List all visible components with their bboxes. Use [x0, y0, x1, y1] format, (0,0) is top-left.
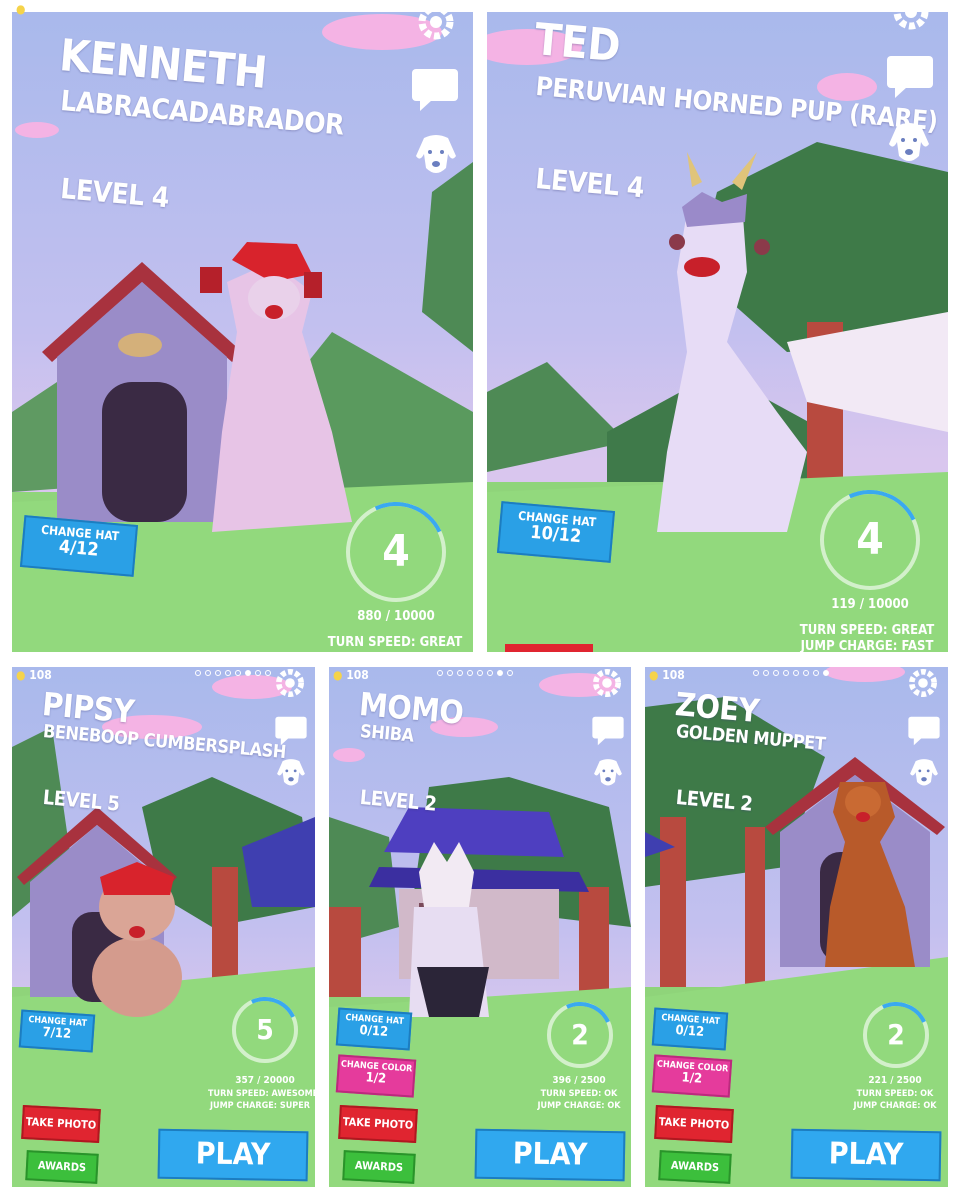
page-dot[interactable]: [753, 670, 759, 676]
gear-icon[interactable]: [591, 667, 623, 699]
chat-bubble-icon[interactable]: [907, 715, 941, 747]
gear-icon[interactable]: [891, 12, 931, 32]
page-dot[interactable]: [255, 670, 261, 676]
page-dot[interactable]: [763, 670, 769, 676]
page-dot[interactable]: [457, 670, 463, 676]
change-hat-button[interactable]: CHANGE HAT 4/12: [19, 515, 139, 577]
play-button[interactable]: PLAY: [790, 1128, 942, 1182]
awards-button[interactable]: AWARDS: [658, 1150, 732, 1184]
take-photo-button-partial[interactable]: [505, 644, 593, 652]
dog-face-icon[interactable]: [885, 120, 933, 166]
page-dot[interactable]: [793, 670, 799, 676]
page-indicator: [195, 670, 271, 676]
bone-icon: ●: [333, 668, 343, 682]
change-hat-button[interactable]: CHANGE HAT 7/12: [18, 1009, 96, 1053]
xp-text: 396 / 2500: [552, 1075, 606, 1086]
page-dot[interactable]: [447, 670, 453, 676]
level-progress-ring: 2: [537, 992, 623, 1078]
page-dot[interactable]: [195, 670, 201, 676]
bone-icon: ●: [16, 2, 26, 16]
page-dot[interactable]: [225, 670, 231, 676]
turn-speed: TURN SPEED: AWESOME: [208, 1089, 315, 1099]
dog-panel-kenneth: KENNETH LABRACADABRADOR LEVEL 4 CHANGE H…: [12, 12, 473, 652]
dog-panel-ted: TED PERUVIAN HORNED PUP (RARE) LEVEL 4 C…: [487, 12, 948, 652]
xp-text: 357 / 20000: [235, 1075, 295, 1086]
gear-icon[interactable]: [416, 12, 456, 42]
page-dot[interactable]: [265, 670, 271, 676]
take-photo-button[interactable]: TAKE PHOTO: [21, 1104, 101, 1144]
play-button[interactable]: PLAY: [474, 1128, 626, 1182]
gear-icon[interactable]: [274, 667, 306, 699]
turn-speed: TURN SPEED: OK: [540, 1089, 618, 1099]
change-color-button[interactable]: CHANGE COLOR 1/2: [651, 1054, 733, 1098]
bone-icon: ●: [649, 668, 659, 682]
level-progress-ring: 5: [222, 987, 308, 1073]
gear-icon[interactable]: [907, 667, 939, 699]
page-dot[interactable]: [783, 670, 789, 676]
bones-counter: ●: [16, 2, 25, 16]
dog-face-icon[interactable]: [907, 757, 941, 789]
page-indicator: [437, 670, 513, 676]
page-dot[interactable]: [215, 670, 221, 676]
turn-speed: TURN SPEED: OK: [856, 1089, 934, 1099]
change-hat-button[interactable]: CHANGE HAT 10/12: [496, 501, 616, 563]
dog-name: TED: [532, 14, 623, 73]
change-hat-button[interactable]: CHANGE HAT 0/12: [651, 1007, 729, 1051]
xp-text: 221 / 2500: [868, 1075, 922, 1086]
chat-bubble-icon[interactable]: [410, 67, 460, 113]
awards-button[interactable]: AWARDS: [342, 1150, 416, 1184]
page-dot[interactable]: [467, 670, 473, 676]
awards-button[interactable]: AWARDS: [25, 1150, 99, 1184]
take-photo-button[interactable]: TAKE PHOTO: [654, 1104, 734, 1144]
jump-charge: JUMP CHARGE: SUPER: [210, 1101, 310, 1111]
dog-panel-momo: ● 108 MOMO SHIBA LEVEL 2 CHANGE HAT 0/12…: [329, 667, 631, 1187]
level-progress-ring: 4: [805, 475, 935, 605]
dog-face-icon[interactable]: [274, 757, 308, 789]
dog-panel-pipsy: ● 108 PIPSY BENEBOOP CUMBERSPLASH LEVEL …: [12, 667, 315, 1187]
level-progress-ring: 2: [853, 992, 939, 1078]
bone-icon: ●: [16, 668, 26, 682]
page-dot[interactable]: [437, 670, 443, 676]
page-dot[interactable]: [477, 670, 483, 676]
xp-text: 119 / 10000: [831, 597, 909, 612]
chat-bubble-icon[interactable]: [885, 54, 935, 100]
level-progress-ring: 4: [331, 487, 461, 617]
chat-bubble-icon[interactable]: [591, 715, 625, 747]
dog-face-icon[interactable]: [412, 132, 460, 178]
page-dot[interactable]: [773, 670, 779, 676]
page-dot[interactable]: [205, 670, 211, 676]
page-dot[interactable]: [803, 670, 809, 676]
change-hat-button[interactable]: CHANGE HAT 0/12: [335, 1007, 413, 1051]
xp-text: 880 / 10000: [357, 609, 435, 624]
dog-face-icon[interactable]: [591, 757, 625, 789]
page-indicator: [753, 670, 829, 676]
jump-charge: JUMP CHARGE: FAST: [800, 639, 934, 652]
page-dot[interactable]: [823, 670, 829, 676]
page-dot[interactable]: [245, 670, 251, 676]
take-photo-button[interactable]: TAKE PHOTO: [338, 1104, 418, 1144]
dog-panel-zoey: ● 108 ZOEY GOLDEN MUPPET LEVEL 2 CHANGE …: [645, 667, 948, 1187]
page-dot[interactable]: [497, 670, 503, 676]
page-dot[interactable]: [487, 670, 493, 676]
chat-bubble-icon[interactable]: [274, 715, 308, 747]
turn-speed: TURN SPEED: GREAT: [327, 635, 463, 650]
jump-charge: JUMP CHARGE: OK: [537, 1101, 621, 1111]
turn-speed: TURN SPEED: GREAT: [799, 623, 935, 638]
bones-counter: ● 108: [649, 668, 685, 682]
play-button[interactable]: PLAY: [157, 1128, 309, 1182]
page-dot[interactable]: [507, 670, 513, 676]
page-dot[interactable]: [235, 670, 241, 676]
bones-counter: ● 108: [16, 668, 52, 682]
jump-charge: JUMP CHARGE: OK: [853, 1101, 937, 1111]
change-color-button[interactable]: CHANGE COLOR 1/2: [335, 1054, 417, 1098]
page-dot[interactable]: [813, 670, 819, 676]
bones-counter: ● 108: [333, 668, 369, 682]
